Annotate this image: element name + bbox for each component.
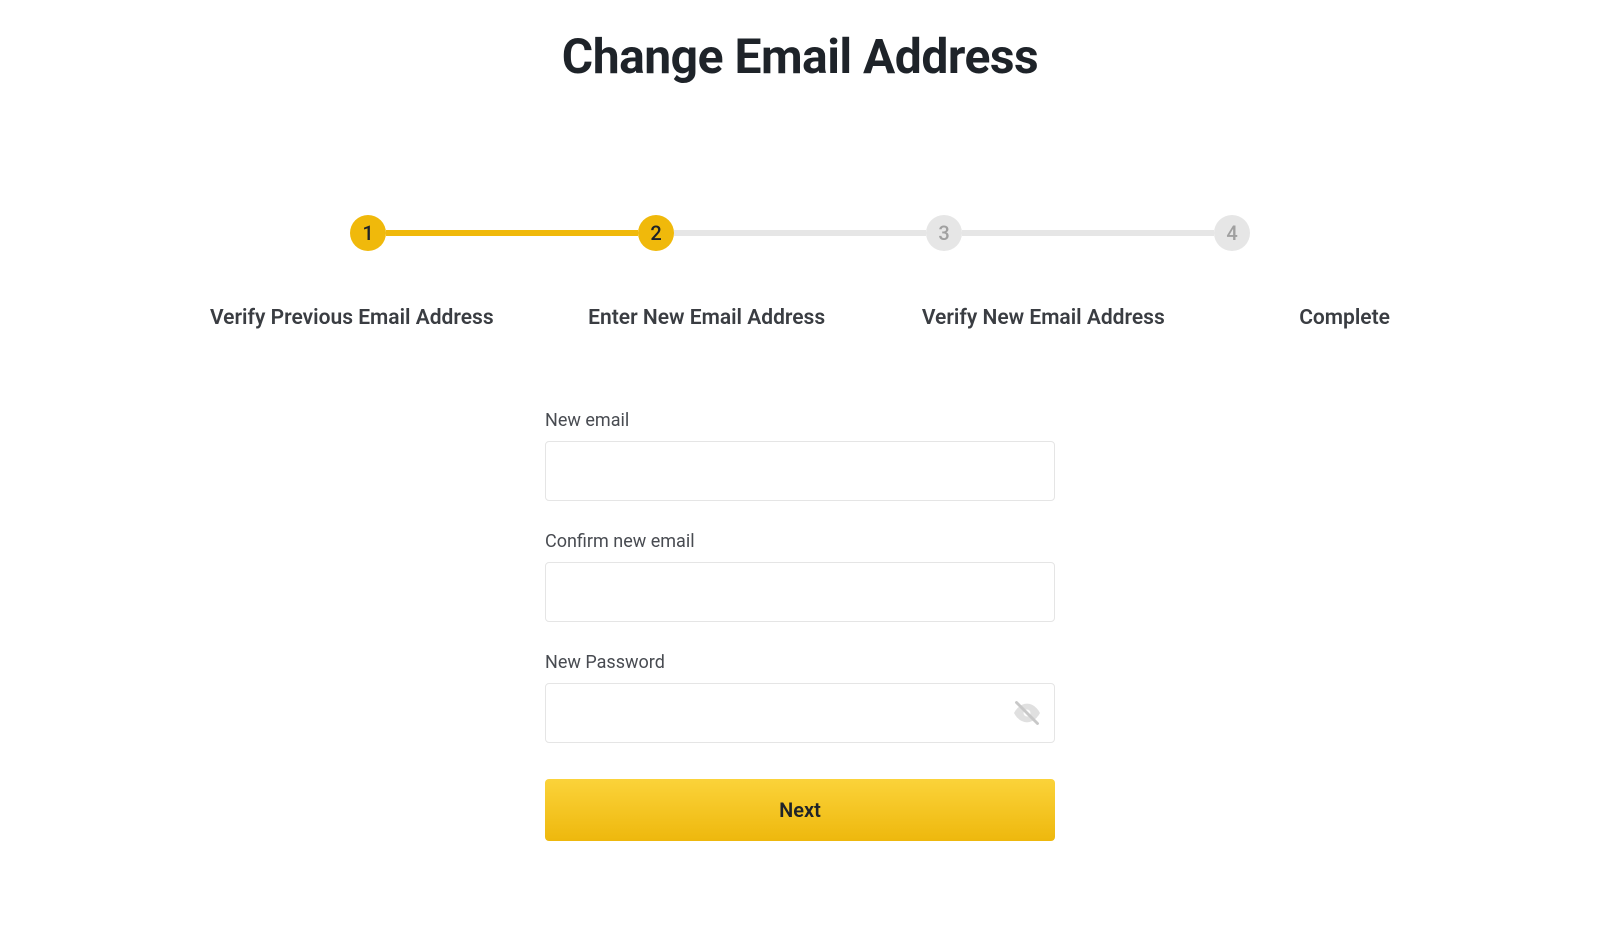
- new-password-label: New Password: [545, 652, 1055, 673]
- step-label-4: Complete: [1240, 306, 1390, 330]
- step-line-2-3: [674, 230, 926, 236]
- new-password-group: New Password: [545, 652, 1055, 743]
- toggle-password-visibility-icon[interactable]: [1013, 699, 1041, 727]
- step-line-1-2: [386, 230, 638, 236]
- confirm-email-input[interactable]: [545, 562, 1055, 622]
- step-circle-1: 1: [350, 215, 386, 251]
- eye-off-icon: [1013, 699, 1041, 727]
- new-password-input[interactable]: [545, 683, 1055, 743]
- new-email-label: New email: [545, 410, 1055, 431]
- step-circle-2: 2: [638, 215, 674, 251]
- page-title: Change Email Address: [0, 28, 1600, 85]
- stepper-track: 1 2 3 4: [210, 215, 1390, 251]
- step-label-1: Verify Previous Email Address: [210, 306, 510, 330]
- confirm-email-label: Confirm new email: [545, 531, 1055, 552]
- stepper-labels: Verify Previous Email Address Enter New …: [210, 306, 1390, 330]
- new-email-group: New email: [545, 410, 1055, 501]
- progress-stepper: 1 2 3 4 Verify Previous Email Address En…: [210, 215, 1390, 330]
- step-line-3-4: [962, 230, 1214, 236]
- step-label-2: Enter New Email Address: [567, 306, 847, 330]
- step-circle-3: 3: [926, 215, 962, 251]
- change-email-form: New email Confirm new email New Password: [545, 410, 1055, 841]
- step-circle-4: 4: [1214, 215, 1250, 251]
- new-email-input[interactable]: [545, 441, 1055, 501]
- step-label-3: Verify New Email Address: [903, 306, 1183, 330]
- next-button[interactable]: Next: [545, 779, 1055, 841]
- confirm-email-group: Confirm new email: [545, 531, 1055, 622]
